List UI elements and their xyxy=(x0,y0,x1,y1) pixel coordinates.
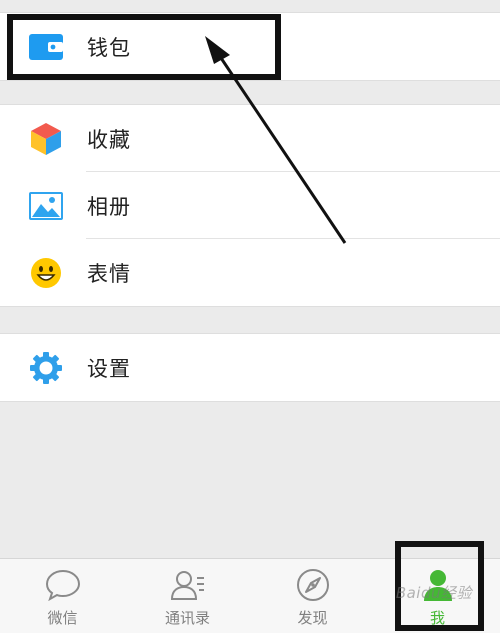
me-screen: 钱包 收藏 相册 表情 设置 微信 通讯录 发现 我 Baidu经验 xyxy=(0,0,500,633)
annotation-arrow xyxy=(205,36,347,244)
watermark: Baidu经验 xyxy=(395,584,472,602)
